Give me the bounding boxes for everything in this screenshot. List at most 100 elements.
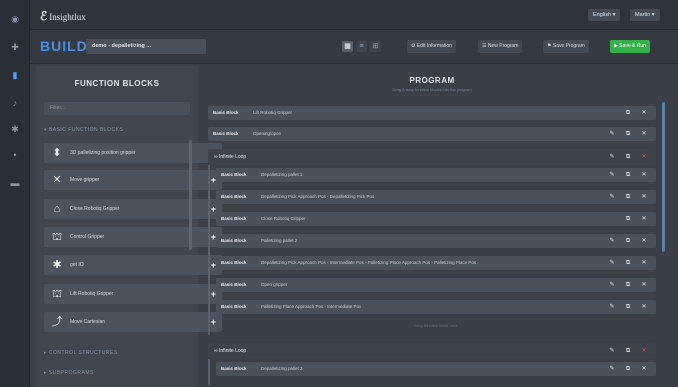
program-row[interactable]: Basic Block Depalletizing Pick Approach … <box>216 256 656 270</box>
block-type-tag: Basic Block <box>221 172 247 177</box>
program-row[interactable]: Basic Block Depalletizing pallet 1 ✎ ⧉ ✕ <box>216 168 656 182</box>
infinite-loop-header[interactable]: ∞ Infinite Loop ✎ ⧉ ✕ <box>208 343 656 359</box>
close-icon[interactable]: ✕ <box>640 259 648 267</box>
home-icon[interactable]: ◉ <box>10 14 20 24</box>
copy-icon[interactable]: ⧉ <box>624 259 632 267</box>
program-scrollbar[interactable] <box>662 102 665 252</box>
section-control-structures[interactable]: ▸ CONTROL STRUCTURES <box>44 348 194 359</box>
function-block-item[interactable]: ✕ Move gripper + <box>44 170 222 190</box>
function-block-item[interactable]: ⬍ 3D palletizing position gripper + <box>44 143 222 163</box>
function-block-item[interactable]: ⌂ Close Robotiq Gripper + <box>44 199 222 219</box>
function-block-label: Lift Robotiq Gripper <box>70 291 114 297</box>
copy-icon[interactable]: ⧉ <box>624 303 632 311</box>
function-block-item[interactable]: ⤴ Move Cartesian + <box>44 312 222 332</box>
page-title: BUILD <box>40 38 88 54</box>
new-program-button[interactable]: ☰ New Program <box>478 40 523 53</box>
close-icon[interactable]: ✕ <box>640 130 648 138</box>
drop-zone[interactable]: Drop function block here <box>216 321 656 330</box>
close-icon[interactable]: ✕ <box>640 237 648 245</box>
logo-text: Insightlux <box>49 12 86 22</box>
block-type-tag: Basic Block <box>221 216 247 221</box>
save-and-run-button[interactable]: ▶ Save & Run <box>610 40 650 53</box>
function-block-label: Control Gripper <box>70 234 105 240</box>
grid-view-icon[interactable]: ▦ <box>342 41 353 52</box>
copy-icon[interactable]: ⧉ <box>624 365 632 373</box>
function-block-label: Move gripper <box>70 177 100 183</box>
loop-label: ∞ Infinite Loop <box>214 348 247 354</box>
function-block-item[interactable]: ⛫ Lift Robotiq Gripper + <box>44 284 222 304</box>
plus-icon[interactable]: ✚ <box>10 42 20 52</box>
function-block-item[interactable]: ⛫ Control Gripper + <box>44 227 222 247</box>
infinite-loop-header[interactable]: ∞ Infinite Loop ✎ ⧉ ✕ <box>208 149 656 165</box>
copy-icon[interactable]: ⧉ <box>624 237 632 245</box>
settings-icon[interactable]: ✱ <box>10 124 20 134</box>
function-block-search[interactable]: Filter... <box>44 102 190 115</box>
function-blocks-scrollbar[interactable] <box>189 140 192 250</box>
loop-label: ∞ Infinite Loop <box>214 154 247 160</box>
user-menu[interactable]: Martin ▾ <box>630 9 660 21</box>
close-icon[interactable]: ✕ <box>640 171 648 179</box>
edit-icon[interactable]: ✎ <box>608 130 616 138</box>
language-select[interactable]: English ▾ <box>588 9 621 21</box>
section-basic-function-blocks[interactable]: ▾ BASIC FUNCTION BLOCKS <box>44 125 194 136</box>
program-name-field[interactable]: demo - depalletizing ... <box>86 39 206 54</box>
close-icon[interactable]: ✕ <box>640 109 648 117</box>
list-icon[interactable]: ▬ <box>10 178 20 188</box>
program-row[interactable]: Basic Block Opening/open ✎ ⧉ ✕ <box>208 127 656 141</box>
infinite-loop-body: Basic Block Depalletizing pallet 3 ✎ ⧉ ✕ <box>208 359 656 385</box>
list-view-icon[interactable]: ≡ <box>356 41 367 52</box>
gripper-control-icon: ⛫ <box>51 231 63 243</box>
block-description: Open gripper <box>261 282 288 287</box>
program-row[interactable]: Basic Block Close Robotiq Gripper ⧉ ✕ <box>216 212 656 226</box>
gripper-lift-icon: ⛫ <box>51 288 63 300</box>
function-blocks-title: FUNCTION BLOCKS <box>74 79 160 88</box>
edit-information-button[interactable]: ⚙ Edit Information <box>407 40 456 53</box>
code-view-icon[interactable]: ⊞ <box>370 41 381 52</box>
app-logo[interactable]: ℰ Insightlux <box>40 9 86 24</box>
copy-icon[interactable]: ⧉ <box>624 109 632 117</box>
section-subprograms[interactable]: ▸ SUBPROGRAMS <box>44 368 194 379</box>
close-icon[interactable]: ✕ <box>640 281 648 289</box>
copy-icon[interactable]: ⧉ <box>624 215 632 223</box>
delete-icon[interactable]: ✕ <box>640 347 648 355</box>
close-icon[interactable]: ✕ <box>640 303 648 311</box>
edit-icon[interactable]: ✎ <box>608 237 616 245</box>
infinite-loop-body: Basic Block Depalletizing pallet 1 ✎ ⧉ ✕… <box>208 165 656 335</box>
copy-icon[interactable]: ⧉ <box>624 171 632 179</box>
copy-icon[interactable]: ⧉ <box>624 281 632 289</box>
delete-icon[interactable]: ✕ <box>640 153 648 161</box>
edit-icon[interactable]: ✎ <box>608 281 616 289</box>
edit-icon[interactable]: ✎ <box>608 365 616 373</box>
program-row[interactable]: Basic Block Lift Robotiq Gripper ⧉ ✕ <box>208 106 656 120</box>
menu-icon[interactable]: • <box>10 150 20 160</box>
block-type-tag: Basic Block <box>213 131 239 136</box>
close-icon[interactable]: ✕ <box>640 215 648 223</box>
copy-icon[interactable]: ⧉ <box>624 193 632 201</box>
edit-icon[interactable]: ✎ <box>608 347 616 355</box>
program-row[interactable]: Basic Block Palletizing pallet 2 ✎ ⧉ ✕ <box>216 234 656 248</box>
copy-icon[interactable]: ⧉ <box>624 130 632 138</box>
edit-icon[interactable]: ✎ <box>608 259 616 267</box>
copy-icon[interactable]: ⧉ <box>624 347 632 355</box>
block-type-tag: Basic Block <box>221 238 247 243</box>
function-block-item[interactable]: ✱ get IO + <box>44 255 222 275</box>
program-row[interactable]: Basic Block Open gripper ✎ ⧉ ✕ <box>216 278 656 292</box>
program-row[interactable]: Basic Block Depalletizing Pick Approach … <box>216 190 656 204</box>
block-description: Lift Robotiq Gripper <box>253 110 293 115</box>
edit-icon[interactable]: ✎ <box>608 193 616 201</box>
robot-icon[interactable]: ♪ <box>10 98 20 108</box>
block-description: Opening/open <box>253 131 282 136</box>
edit-icon[interactable]: ✎ <box>608 303 616 311</box>
top-bar: ℰ Insightlux English ▾ Martin ▾ <box>30 0 678 30</box>
save-program-button[interactable]: ⚑ Save Program <box>543 40 589 53</box>
program-row[interactable]: Basic Block Depalletizing pallet 3 ✎ ⧉ ✕ <box>216 362 656 376</box>
close-icon[interactable]: ✕ <box>640 365 648 373</box>
build-icon[interactable]: ▮ <box>10 70 20 80</box>
edit-icon[interactable]: ✎ <box>608 153 616 161</box>
block-description: Depalletizing pallet 1 <box>261 172 303 177</box>
program-row[interactable]: Basic Block Palletizing Place Approach P… <box>216 300 656 314</box>
close-icon[interactable]: ✕ <box>640 193 648 201</box>
gripper-close-icon: ⌂ <box>53 203 61 215</box>
copy-icon[interactable]: ⧉ <box>624 153 632 161</box>
edit-icon[interactable]: ✎ <box>608 171 616 179</box>
